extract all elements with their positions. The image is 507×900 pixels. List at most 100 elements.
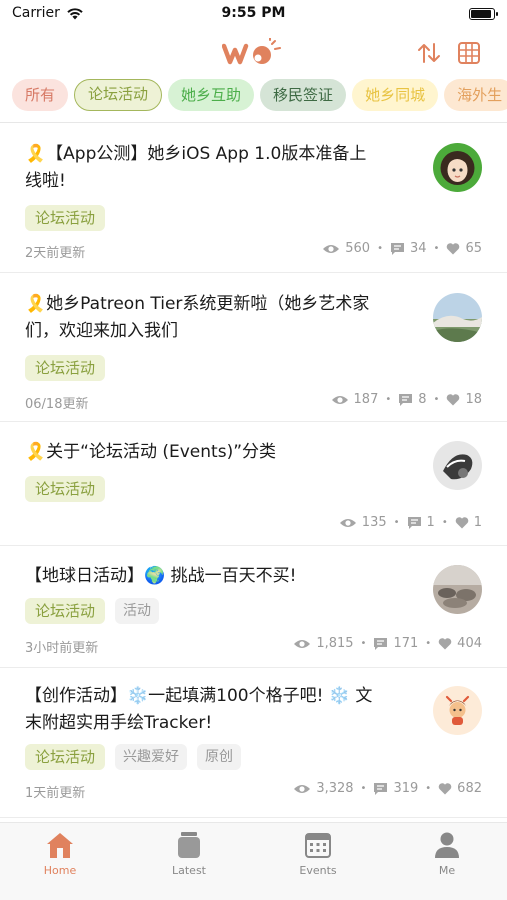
comment-icon	[374, 782, 388, 795]
sort-arrows-icon[interactable]	[415, 40, 443, 66]
comment-icon	[399, 393, 413, 406]
post-item[interactable]: 【地球日活动】🌍 挑战一百天不买! 论坛活动 活动 3小时前更新 1,815 •…	[0, 546, 507, 668]
chip-same-city[interactable]: 她乡同城	[352, 79, 439, 111]
chip-mutual-help[interactable]: 她乡互助	[168, 79, 255, 111]
views-count: 1,815	[316, 636, 354, 651]
comments-count: 171	[393, 636, 419, 651]
post-stats: 3,328 • 319 • 682	[293, 781, 482, 796]
post-tags: 论坛活动 活动	[25, 598, 160, 624]
post-title-line: 🎗️【App公测】她乡iOS App 1.0版本准备上	[25, 144, 367, 164]
cute-character-avatar[interactable]	[433, 686, 482, 735]
eye-icon	[294, 639, 311, 648]
likes-count: 1	[473, 515, 482, 530]
heart-icon	[447, 394, 460, 406]
post-stats: 187 • 8 • 18	[331, 392, 482, 407]
chip-all[interactable]: 所有	[12, 79, 69, 111]
tag[interactable]: 论坛活动	[25, 355, 106, 381]
separator-dot: •	[425, 638, 432, 649]
grid-calendar-icon[interactable]	[455, 40, 483, 66]
separator-dot: •	[393, 517, 400, 528]
post-stats: 560 • 34 • 65	[322, 241, 482, 256]
comments-count: 1	[426, 515, 435, 530]
tab-latest[interactable]: Latest	[149, 831, 229, 877]
chip-overseas[interactable]: 海外生	[444, 79, 507, 111]
likes-count: 65	[465, 241, 482, 256]
comment-icon	[391, 242, 404, 255]
post-title-line: 【创作活动】❄️一起填满100个格子吧! ❄️ 文	[25, 686, 373, 706]
post-item[interactable]: 🎗️【App公测】她乡iOS App 1.0版本准备上 线啦! 论坛活动 2天前…	[0, 123, 507, 273]
cartoon-girl-avatar[interactable]	[433, 143, 482, 192]
rocks-photo-avatar[interactable]	[433, 565, 482, 614]
post-title-line: 线啦!	[25, 171, 66, 191]
separator-dot: •	[360, 783, 367, 794]
post-tags: 论坛活动 兴趣爱好 原创	[25, 744, 242, 770]
separator-dot: •	[433, 243, 440, 254]
views-count: 3,328	[316, 781, 354, 796]
category-chips: 所有 论坛活动 她乡互助 移民签证 她乡同城 海外生	[0, 79, 507, 113]
post-title-line: 🎗️关于“论坛活动 (Events)”分类	[25, 442, 277, 462]
landscape-avatar[interactable]	[433, 293, 482, 342]
chip-forum-events[interactable]: 论坛活动	[74, 79, 163, 111]
post-tags: 论坛活动	[25, 476, 106, 502]
comments-count: 34	[410, 241, 427, 256]
home-icon	[47, 833, 73, 858]
tag[interactable]: 原创	[197, 744, 242, 770]
app-header	[0, 30, 507, 74]
tag[interactable]: 论坛活动	[25, 476, 106, 502]
tag[interactable]: 兴趣爱好	[115, 744, 188, 770]
tab-home[interactable]: Home	[20, 831, 100, 877]
calendar-icon	[305, 833, 331, 858]
tag[interactable]: 论坛活动	[25, 744, 106, 770]
eye-icon	[331, 395, 348, 404]
battery-level	[471, 10, 491, 18]
likes-count: 682	[457, 781, 482, 796]
post-time: 1天前更新	[25, 786, 86, 801]
comment-icon	[374, 637, 388, 650]
post-title[interactable]: 🎗️关于“论坛活动 (Events)”分类	[25, 439, 276, 466]
tab-label: Latest	[172, 864, 206, 877]
likes-count: 18	[465, 392, 482, 407]
tag[interactable]: 论坛活动	[25, 205, 106, 231]
person-icon	[435, 832, 459, 858]
post-title[interactable]: 【创作活动】❄️一起填满100个格子吧! ❄️ 文 末附超实用手绘Tracker…	[25, 683, 372, 737]
post-title[interactable]: 【地球日活动】🌍 挑战一百天不买!	[25, 563, 296, 590]
chip-immigration-visa[interactable]: 移民签证	[260, 79, 347, 111]
status-bar: Carrier 9:55 PM	[0, 0, 507, 28]
post-time: 06/18更新	[25, 397, 89, 412]
post-item[interactable]: 🎗️关于“论坛活动 (Events)”分类 论坛活动 135 • 1 • 1	[0, 422, 507, 546]
post-stats: 135 • 1 • 1	[339, 515, 482, 530]
tab-label: Events	[299, 864, 337, 877]
tab-me[interactable]: Me	[407, 831, 487, 877]
views-count: 560	[345, 241, 371, 256]
heart-icon	[455, 517, 468, 529]
post-time: 2天前更新	[25, 246, 86, 261]
separator-dot: •	[377, 243, 383, 254]
post-item[interactable]: 【创作活动】❄️一起填满100个格子吧! ❄️ 文 末附超实用手绘Tracker…	[0, 668, 507, 818]
tab-events[interactable]: Events	[278, 831, 358, 877]
separator-dot: •	[385, 394, 392, 405]
post-title[interactable]: 🎗️她乡Patreon Tier系统更新啦（她乡艺术家 们，欢迎来加入我们	[25, 291, 369, 345]
post-time: 3小时前更新	[25, 641, 99, 656]
eye-icon	[339, 518, 356, 527]
post-title-line: 【地球日活动】🌍 挑战一百天不买!	[25, 566, 297, 586]
post-title-line: 末附超实用手绘Tracker!	[25, 713, 213, 733]
comments-count: 319	[393, 781, 419, 796]
bw-photo-avatar[interactable]	[433, 441, 482, 490]
jar-icon	[178, 832, 200, 858]
heart-icon	[447, 243, 460, 255]
wo-logo-icon[interactable]	[222, 38, 286, 68]
tag[interactable]: 活动	[115, 598, 160, 624]
post-stats: 1,815 • 171 • 404	[293, 636, 482, 651]
battery-icon	[469, 8, 498, 20]
post-title-line: 🎗️她乡Patreon Tier系统更新啦（她乡艺术家	[25, 294, 370, 314]
likes-count: 404	[457, 636, 482, 651]
tag[interactable]: 论坛活动	[25, 598, 106, 624]
eye-icon	[294, 784, 311, 793]
post-feed: 🎗️【App公测】她乡iOS App 1.0版本准备上 线啦! 论坛活动 2天前…	[0, 123, 507, 818]
eye-icon	[323, 244, 340, 253]
post-title[interactable]: 🎗️【App公测】她乡iOS App 1.0版本准备上 线啦!	[25, 141, 366, 195]
heart-icon	[438, 638, 452, 650]
separator-dot: •	[425, 783, 432, 794]
views-count: 135	[361, 515, 387, 530]
post-item[interactable]: 🎗️她乡Patreon Tier系统更新啦（她乡艺术家 们，欢迎来加入我们 论坛…	[0, 273, 507, 422]
